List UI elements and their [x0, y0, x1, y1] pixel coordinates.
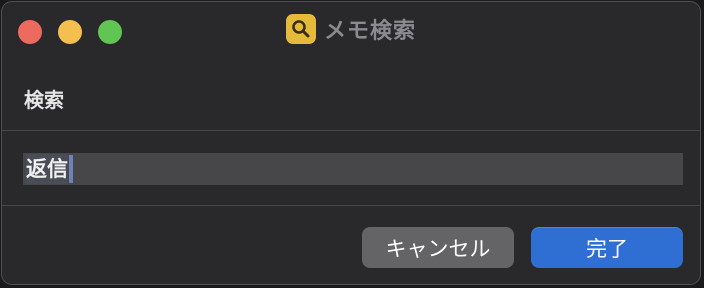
- search-label: 検索: [24, 88, 64, 112]
- titlebar[interactable]: メモ検索: [2, 2, 700, 58]
- divider: [2, 205, 700, 206]
- search-dialog-window: メモ検索 検索 返信 キャンセル 完了: [1, 1, 701, 285]
- search-input-value: 返信: [26, 154, 68, 184]
- search-input[interactable]: 返信: [23, 153, 683, 185]
- window-title: メモ検索: [323, 19, 416, 44]
- divider: [2, 130, 700, 131]
- cancel-button[interactable]: キャンセル: [362, 227, 514, 268]
- done-button[interactable]: 完了: [531, 227, 683, 268]
- magnifying-glass-icon: [285, 14, 316, 44]
- window-title-group: メモ検索: [2, 13, 700, 45]
- text-caret: [69, 155, 73, 183]
